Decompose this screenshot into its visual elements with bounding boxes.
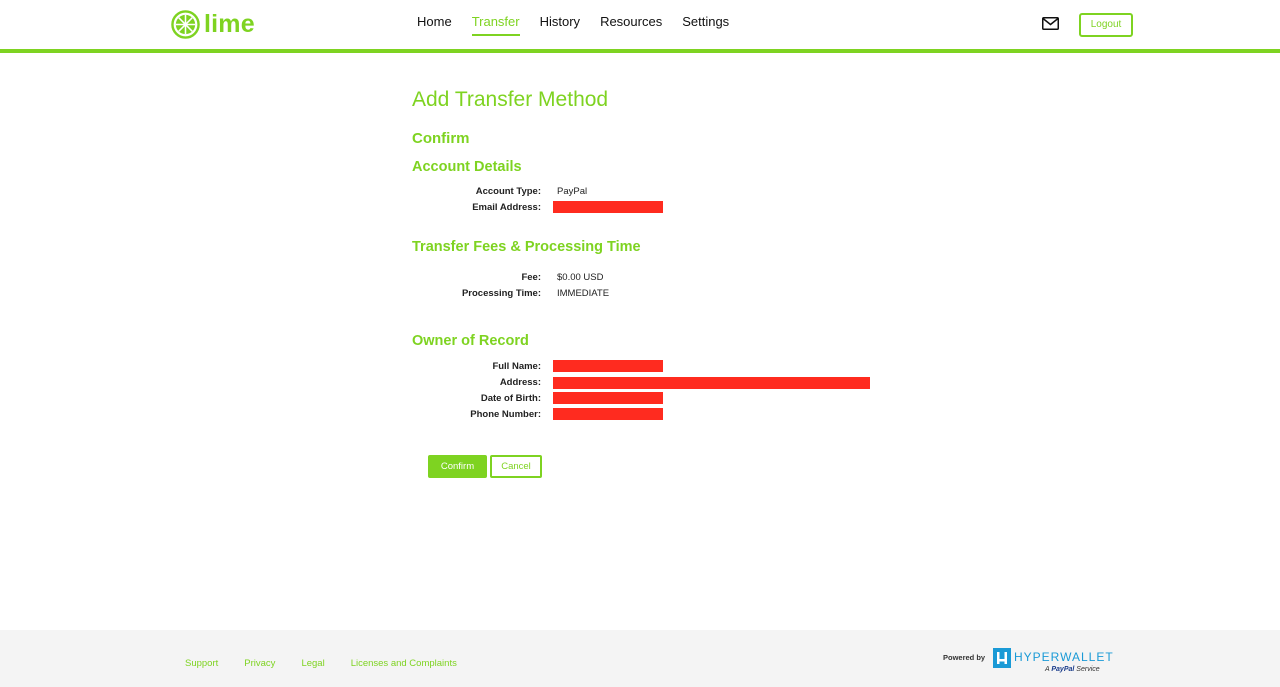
hyperwallet-logo-icon	[993, 648, 1011, 668]
fee-value: $0.00 USD	[557, 272, 604, 283]
footer-link-licenses[interactable]: Licenses and Complaints	[351, 658, 457, 669]
phone-number-row: Phone Number:	[400, 408, 1000, 422]
footer-link-privacy[interactable]: Privacy	[244, 658, 275, 669]
account-details-heading: Account Details	[412, 159, 522, 175]
logout-button[interactable]: Logout	[1079, 13, 1133, 37]
hyperwallet-badge[interactable]: Powered by HYPERWALLET A PayPal Service	[943, 648, 1113, 678]
full-name-label: Full Name:	[492, 361, 541, 372]
email-address-label: Email Address:	[472, 202, 541, 213]
footer-link-legal[interactable]: Legal	[301, 658, 324, 669]
date-of-birth-redaction	[553, 392, 663, 404]
lime-logo-text: lime	[204, 10, 255, 38]
page-footer: Support Privacy Legal Licenses and Compl…	[0, 630, 1280, 687]
paypal-service-prefix: A	[1045, 666, 1050, 673]
email-address-row: Email Address:	[400, 201, 1000, 215]
footer-link-support[interactable]: Support	[185, 658, 218, 669]
paypal-service-label: A PayPal Service	[1045, 666, 1100, 673]
account-type-value: PayPal	[557, 186, 588, 197]
full-name-redaction	[553, 360, 663, 372]
account-type-label: Account Type:	[475, 186, 541, 197]
date-of-birth-label: Date of Birth:	[480, 393, 541, 404]
nav-history[interactable]: History	[540, 14, 580, 36]
address-label: Address:	[499, 377, 541, 388]
confirm-button[interactable]: Confirm	[428, 455, 487, 478]
date-of-birth-row: Date of Birth:	[400, 392, 1000, 406]
email-address-redaction	[553, 201, 663, 213]
processing-time-label: Processing Time:	[461, 288, 541, 299]
lime-logo[interactable]: lime	[171, 9, 255, 39]
fee-label: Fee:	[521, 272, 541, 283]
main-nav: Home Transfer History Resources Settings	[417, 14, 749, 36]
cancel-button[interactable]: Cancel	[490, 455, 542, 478]
page-title: Add Transfer Method	[412, 88, 609, 111]
full-name-row: Full Name:	[400, 360, 1000, 374]
nav-home[interactable]: Home	[417, 14, 452, 36]
transfer-fees-heading: Transfer Fees & Processing Time	[412, 239, 641, 255]
account-type-row: Account Type: PayPal	[400, 185, 1000, 199]
processing-time-value: IMMEDIATE	[557, 288, 610, 299]
owner-of-record-heading: Owner of Record	[412, 333, 529, 349]
hyperwallet-wordmark: HYPERWALLET	[1014, 650, 1114, 664]
powered-by-label: Powered by	[943, 653, 986, 662]
top-header: lime Home Transfer History Resources Set…	[0, 0, 1280, 53]
step-title: Confirm	[412, 130, 470, 147]
nav-transfer[interactable]: Transfer	[471, 14, 520, 36]
phone-number-label: Phone Number:	[470, 409, 541, 420]
fee-row: Fee: $0.00 USD	[400, 271, 1000, 285]
lime-logo-icon	[171, 9, 200, 39]
nav-resources[interactable]: Resources	[600, 14, 662, 36]
processing-time-row: Processing Time: IMMEDIATE	[400, 287, 1000, 301]
nav-settings[interactable]: Settings	[682, 14, 729, 36]
address-redaction	[553, 377, 870, 389]
envelope-icon[interactable]	[1042, 17, 1059, 30]
paypal-service-suffix: Service	[1076, 666, 1100, 673]
phone-number-redaction	[553, 408, 663, 420]
footer-links: Support Privacy Legal Licenses and Compl…	[185, 658, 483, 669]
paypal-service-brand: PayPal	[1051, 666, 1075, 673]
